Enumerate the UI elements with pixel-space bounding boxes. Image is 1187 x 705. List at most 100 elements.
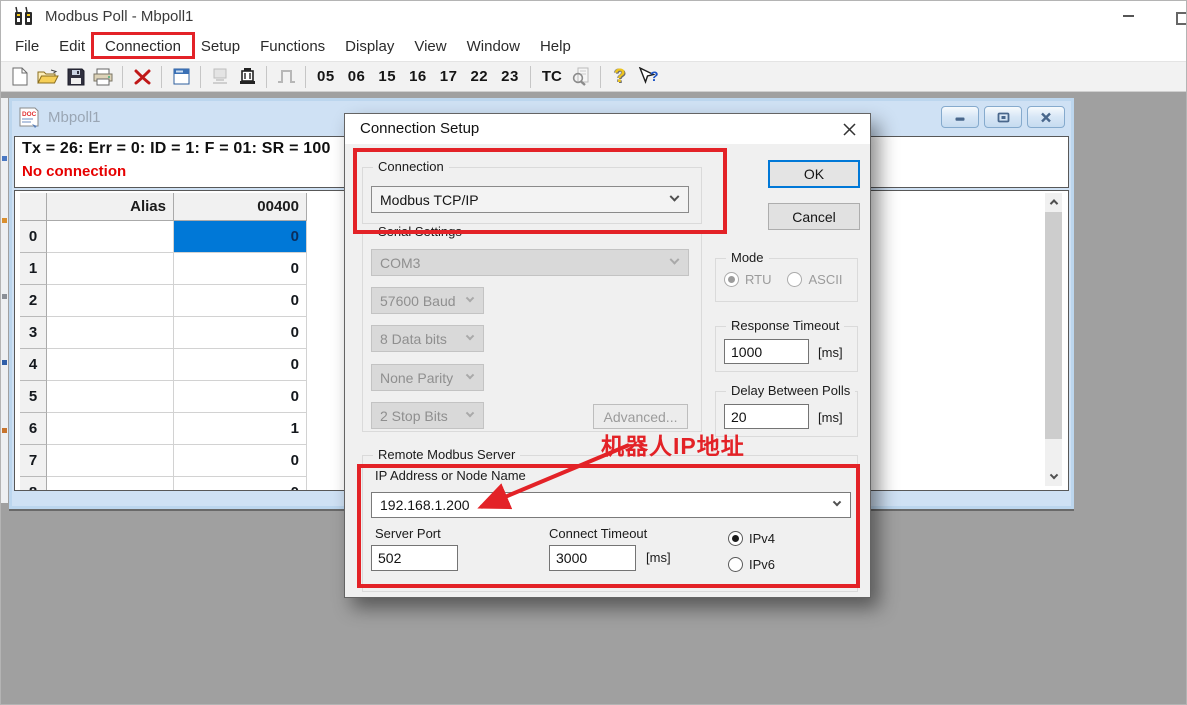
- open-file-icon[interactable]: [37, 64, 59, 90]
- chevron-down-icon: [466, 370, 474, 378]
- dialog-title-bar[interactable]: Connection Setup: [345, 114, 870, 144]
- register-value-cell[interactable]: 0: [174, 445, 307, 477]
- title-bar[interactable]: Modbus Poll - Mbpoll1: [1, 1, 1186, 32]
- connect-timeout-input[interactable]: [549, 545, 636, 571]
- background-window-edge: [1, 98, 8, 503]
- grid-row: 10: [20, 253, 309, 285]
- register-value-cell[interactable]: 0: [174, 349, 307, 381]
- alias-cell[interactable]: [47, 381, 174, 413]
- ip-version-ipv4-radio[interactable]: IPv4: [728, 531, 775, 546]
- svg-text:DOC: DOC: [22, 111, 37, 118]
- menu-setup[interactable]: Setup: [191, 34, 250, 59]
- save-icon[interactable]: [66, 64, 86, 90]
- radio-icon: [728, 557, 743, 572]
- row-header-cell[interactable]: 7: [20, 445, 47, 477]
- ip-version-ipv6-radio[interactable]: IPv6: [728, 557, 775, 572]
- serial-settings-group: Serial Settings COM3 57600 Baud 8 Data b…: [362, 232, 702, 432]
- alias-cell[interactable]: [47, 349, 174, 381]
- scrollbar-thumb[interactable]: [1045, 212, 1062, 439]
- vertical-scrollbar[interactable]: [1045, 193, 1062, 486]
- document-minimize-button[interactable]: [941, 106, 979, 128]
- display-setup-icon[interactable]: [171, 64, 191, 90]
- poll-definition-icon[interactable]: [210, 64, 230, 90]
- register-value-cell[interactable]: 0: [174, 477, 307, 490]
- print-icon[interactable]: [93, 64, 113, 90]
- document-restore-button[interactable]: [984, 106, 1022, 128]
- delay-between-polls-input[interactable]: [724, 404, 809, 429]
- response-timeout-input[interactable]: [724, 339, 809, 364]
- function-code-05-button[interactable]: 05: [315, 68, 337, 85]
- function-code-23-button[interactable]: 23: [499, 68, 521, 85]
- grid-row: 80: [20, 477, 309, 490]
- maximize-button[interactable]: [1176, 12, 1187, 25]
- register-value-cell[interactable]: 0: [174, 317, 307, 349]
- help-icon[interactable]: ?: [610, 64, 630, 90]
- menu-functions[interactable]: Functions: [250, 34, 335, 59]
- menu-file[interactable]: File: [5, 34, 49, 59]
- alias-cell[interactable]: [47, 317, 174, 349]
- baud-rate-select: 57600 Baud: [371, 287, 484, 314]
- menu-connection[interactable]: Connection: [95, 34, 191, 59]
- alias-cell[interactable]: [47, 285, 174, 317]
- modbus-poll-window: Modbus Poll - Mbpoll1 FileEditConnection…: [0, 0, 1187, 705]
- function-code-16-button[interactable]: 16: [407, 68, 429, 85]
- delay-between-polls-label: Delay Between Polls: [726, 383, 855, 398]
- menu-display[interactable]: Display: [335, 34, 404, 59]
- parity-select: None Parity: [371, 364, 484, 391]
- register-column-header[interactable]: 00400: [174, 193, 307, 221]
- cancel-button[interactable]: Cancel: [768, 203, 860, 230]
- register-value-cell[interactable]: 0: [174, 381, 307, 413]
- function-code-17-button[interactable]: 17: [438, 68, 460, 85]
- alias-cell[interactable]: [47, 413, 174, 445]
- alias-cell[interactable]: [47, 253, 174, 285]
- connection-type-select[interactable]: Modbus TCP/IP: [371, 186, 689, 213]
- function-code-06-button[interactable]: 06: [346, 68, 368, 85]
- mode-rtu-radio[interactable]: RTU: [724, 272, 771, 287]
- test-center-button[interactable]: TC: [540, 64, 564, 90]
- stop-bits-select: 2 Stop Bits: [371, 402, 484, 429]
- alias-column-header[interactable]: Alias: [47, 193, 174, 221]
- register-value-cell[interactable]: 1: [174, 413, 307, 445]
- document-close-button[interactable]: [1027, 106, 1065, 128]
- serial-port-value: COM3: [380, 255, 671, 271]
- row-header-cell[interactable]: 6: [20, 413, 47, 445]
- ok-button[interactable]: OK: [768, 160, 860, 188]
- alias-cell[interactable]: [47, 477, 174, 490]
- ip-address-combo[interactable]: 192.168.1.200: [371, 492, 851, 518]
- scroll-up-button[interactable]: [1045, 193, 1062, 210]
- row-header-cell[interactable]: 8: [20, 477, 47, 490]
- register-value-cell[interactable]: 0: [174, 285, 307, 317]
- menu-view[interactable]: View: [404, 34, 456, 59]
- grid-header-row: Alias 00400: [20, 193, 309, 221]
- new-file-icon[interactable]: [10, 64, 30, 90]
- minimize-button[interactable]: [1123, 15, 1134, 17]
- dialog-close-icon[interactable]: [836, 119, 862, 140]
- menu-window[interactable]: Window: [457, 34, 530, 59]
- function-code-22-button[interactable]: 22: [468, 68, 490, 85]
- communication-traffic-icon[interactable]: [237, 64, 257, 90]
- menu-edit[interactable]: Edit: [49, 34, 95, 59]
- read-write-disable-icon[interactable]: [132, 64, 152, 90]
- register-value-cell[interactable]: 0: [174, 221, 307, 253]
- alias-cell[interactable]: [47, 445, 174, 477]
- row-header-cell[interactable]: 4: [20, 349, 47, 381]
- mode-ascii-radio[interactable]: ASCII: [787, 272, 842, 287]
- scroll-down-button[interactable]: [1045, 469, 1062, 486]
- ip-version-radio-label: IPv4: [749, 531, 775, 546]
- grid-body: 001020304050617080: [20, 221, 309, 490]
- toolbar-separator: [200, 66, 201, 88]
- row-header-cell[interactable]: 5: [20, 381, 47, 413]
- context-help-icon[interactable]: ?: [637, 64, 658, 90]
- row-header-cell[interactable]: 3: [20, 317, 47, 349]
- server-port-input[interactable]: [371, 545, 458, 571]
- grid-row: 50: [20, 381, 309, 413]
- row-header-cell[interactable]: 2: [20, 285, 47, 317]
- alias-cell[interactable]: [47, 221, 174, 253]
- row-header-cell[interactable]: 0: [20, 221, 47, 253]
- menu-help[interactable]: Help: [530, 34, 581, 59]
- register-value-cell[interactable]: 0: [174, 253, 307, 285]
- function-code-15-button[interactable]: 15: [376, 68, 398, 85]
- row-header-cell[interactable]: 1: [20, 253, 47, 285]
- toolbar-separator: [122, 66, 123, 88]
- radio-icon: [724, 272, 739, 287]
